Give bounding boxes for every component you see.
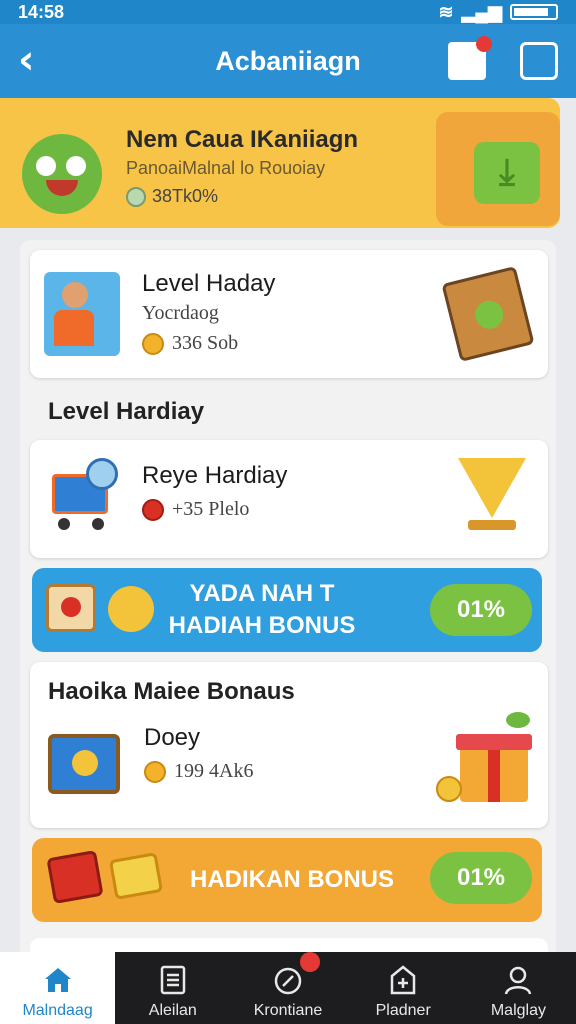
nav-item-planner[interactable]: Pladner — [346, 952, 461, 1024]
status-bar: 14:58 ≋ ▂▄▆ — [0, 0, 576, 24]
profile-icon — [505, 966, 532, 995]
bonus-line-2: HADIAH BONUS — [168, 612, 356, 639]
card-title: Reye Hardiay — [142, 462, 288, 489]
section-title: Haoika Maiee Bonaus — [48, 678, 295, 705]
bonus-line-1: YADA NAH T — [189, 580, 335, 607]
compass-icon — [274, 967, 302, 995]
nav-label: Pladner — [375, 1002, 431, 1019]
coin-icon — [126, 186, 146, 207]
bonus-pill[interactable]: 01% — [430, 584, 532, 636]
nav-item-profile[interactable]: Malglay — [461, 952, 576, 1024]
nav-label: Aleilan — [148, 1002, 197, 1019]
bonus-banner[interactable]: YADA NAH T HADIAH BONUS 01% — [32, 568, 542, 652]
banner-subtitle: PanoaiMalnal lo Rouoiay — [126, 158, 326, 178]
signal-icon: ▂▄▆ — [461, 1, 502, 22]
bottom-nav: Malndaag Aleilan Krontiane Pladner Malgl… — [0, 952, 576, 1024]
battery-icon — [510, 4, 558, 20]
nav-item-home[interactable]: Malndaag — [0, 952, 116, 1024]
card-value-text: 336 Sob — [172, 332, 239, 354]
bonus-pill[interactable]: 01% — [430, 852, 532, 904]
plus-box-icon — [390, 965, 416, 995]
card-title: Doey — [144, 724, 201, 751]
bonus-banner-2[interactable]: HADIKAN BONUS 01% — [32, 838, 542, 922]
mascot-eye — [66, 156, 86, 176]
ticket-icon — [46, 584, 96, 632]
page-title: Acbaniiagn — [215, 45, 361, 76]
card-subtitle: Yocrdaog — [142, 302, 219, 324]
reward-card[interactable]: Reye Hardiay +35 Plelo — [30, 440, 548, 558]
nav-label: Malglay — [490, 1002, 546, 1019]
banner-value-text: 38Tk0% — [152, 186, 219, 206]
nav-item-explore[interactable]: Krontiane — [230, 952, 345, 1024]
gold-bar-icon — [108, 852, 164, 900]
app-header: ‹ Acbaniiagn — [0, 24, 576, 98]
gift-card-icon — [46, 850, 104, 904]
nav-label: Krontiane — [253, 1002, 323, 1019]
banner-value: 38Tk0% — [126, 186, 218, 207]
tablet-icon — [48, 734, 120, 794]
nav-item-list[interactable]: Aleilan — [115, 952, 230, 1024]
book-icon — [441, 265, 535, 363]
list-icon — [160, 965, 186, 995]
card-value-text: 199 4Ak6 — [174, 760, 254, 782]
gift-box-icon — [432, 712, 532, 808]
coin-icon — [142, 332, 164, 355]
level-card[interactable]: Level Haday Yocrdaog 336 Sob — [30, 250, 548, 378]
badge-icon — [142, 498, 164, 521]
home-icon — [44, 968, 71, 992]
cart-icon — [42, 458, 126, 530]
banner-title: Nem Caua IKaniiagn — [126, 126, 359, 153]
download-icon[interactable]: ⤓ — [474, 142, 540, 204]
nav-label: Malndaag — [22, 1002, 93, 1019]
card-value: 199 4Ak6 — [144, 760, 253, 783]
card-value: 336 Sob — [142, 332, 238, 355]
notification-dot — [476, 36, 492, 52]
card-value-text: +35 Plelo — [172, 498, 250, 520]
family-image — [44, 272, 120, 356]
coin-icon — [144, 760, 166, 783]
section-title: Level Hardiay — [48, 398, 205, 425]
swap-icon[interactable] — [520, 42, 558, 80]
bonus-label: HADIKAN BONUS — [190, 866, 394, 893]
wifi-icon: ≋ — [438, 1, 454, 22]
document-icon[interactable] — [448, 36, 492, 80]
status-time: 14:58 — [18, 2, 65, 22]
mascot-avatar — [22, 134, 102, 214]
mascot-mouth — [46, 180, 78, 196]
bonus-card[interactable]: Haoika Maiee Bonaus Doey 199 4Ak6 — [30, 662, 548, 828]
mascot-eye — [36, 156, 56, 176]
notification-badge — [300, 952, 320, 972]
trophy-cart-icon — [450, 454, 530, 538]
medal-icon — [108, 586, 154, 632]
card-title: Level Haday — [142, 270, 276, 297]
status-icons: ≋ ▂▄▆ — [438, 2, 558, 22]
card-value: +35 Plelo — [142, 498, 249, 521]
